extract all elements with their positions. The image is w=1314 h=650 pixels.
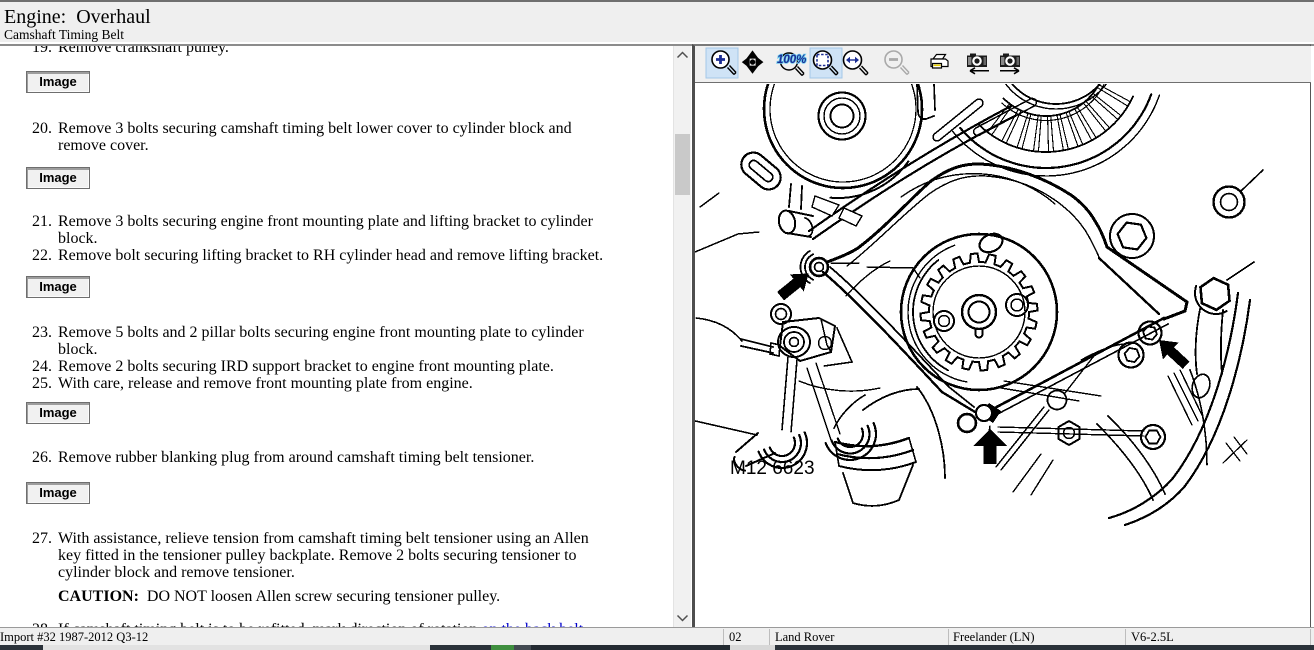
svg-text:100%: 100%: [777, 54, 806, 66]
svg-text:M12 6623: M12 6623: [730, 458, 815, 479]
